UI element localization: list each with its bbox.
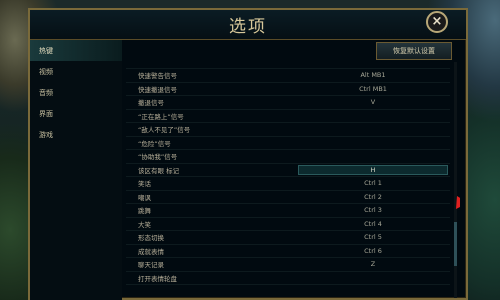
keybind-list: 快速警告信号 Alt MB1 快速撤退信号 Ctrl MB1 撤退信号 V “正…: [126, 62, 450, 285]
title-bar: 选项: [30, 10, 466, 40]
keybind-key[interactable]: V: [298, 98, 448, 106]
options-window: 选项 × 热键 视频 音频 界面 游戏 恢复默认设置 快速警告信号 Alt MB…: [28, 8, 468, 300]
table-row[interactable]: 快速警告信号 Alt MB1: [126, 69, 450, 83]
table-row[interactable]: 成就表情 Ctrl 6: [126, 245, 450, 258]
window-title: 选项: [229, 17, 267, 37]
keybind-key-selected[interactable]: H: [298, 164, 448, 175]
sidebar-item-label: 音频: [39, 88, 53, 97]
table-row[interactable]: 大笑 Ctrl 4: [126, 218, 450, 231]
keybind-key[interactable]: Ctrl 1: [298, 179, 448, 187]
keybind-label: 该区有眼 标记: [138, 166, 180, 175]
keybind-label: “敌人不见了”信号: [138, 126, 191, 135]
keybind-label: “危险”信号: [138, 139, 171, 148]
sidebar-item-interface[interactable]: 界面: [30, 103, 122, 124]
keybind-label: “协助我”信号: [138, 153, 178, 162]
reset-defaults-button[interactable]: 恢复默认设置: [376, 42, 452, 60]
sidebar-item-label: 视频: [39, 67, 53, 76]
keybind-label: 打开表情轮盘: [138, 274, 177, 283]
table-row[interactable]: 撤退信号 V: [126, 96, 450, 110]
table-row[interactable]: 跳舞 Ctrl 3: [126, 204, 450, 218]
keybind-label: 快速撤退信号: [138, 85, 177, 94]
keybind-label: 撤退信号: [138, 99, 164, 108]
keybind-key[interactable]: Alt MB1: [298, 71, 448, 79]
table-row-selected[interactable]: 该区有眼 标记 H: [126, 164, 450, 177]
table-row[interactable]: “协助我”信号: [126, 150, 450, 164]
sidebar-item-label: 游戏: [39, 130, 53, 139]
sidebar-item-audio[interactable]: 音频: [30, 82, 122, 103]
sidebar-item-label: 界面: [39, 109, 53, 118]
table-row[interactable]: 打开表情轮盘: [126, 272, 450, 285]
keybind-label: “正在路上”信号: [138, 112, 184, 121]
table-row[interactable]: 笑话 Ctrl 1: [126, 177, 450, 191]
keybind-label: 成就表情: [138, 247, 164, 256]
table-row[interactable]: 形态切换 Ctrl 5: [126, 231, 450, 245]
table-row[interactable]: “正在路上”信号: [126, 110, 450, 123]
scrollbar-thumb[interactable]: [454, 222, 457, 266]
keybind-label: 快速警告信号: [138, 72, 177, 81]
hotkey-settings: 恢复默认设置 快速警告信号 Alt MB1 快速撤退信号 Ctrl MB1 撤退…: [126, 40, 460, 300]
keybind-key[interactable]: Z: [298, 260, 448, 268]
keybind-label: 跳舞: [138, 207, 151, 216]
keybind-label: 形态切换: [138, 234, 164, 243]
sidebar-item-video[interactable]: 视频: [30, 61, 122, 82]
sidebar-item-label: 热键: [39, 46, 53, 55]
red-arrow-icon: [456, 196, 460, 209]
close-icon[interactable]: ×: [432, 14, 443, 29]
sidebar: 热键 视频 音频 界面 游戏: [30, 40, 122, 300]
keybind-key[interactable]: Ctrl 6: [298, 247, 448, 255]
table-row[interactable]: “敌人不见了”信号: [126, 123, 450, 137]
sidebar-item-game[interactable]: 游戏: [30, 124, 122, 145]
keybind-key[interactable]: Ctrl 5: [298, 233, 448, 241]
keybind-key[interactable]: Ctrl 4: [298, 220, 448, 228]
keybind-label: 笑话: [138, 180, 151, 189]
keybind-label: 大笑: [138, 220, 151, 229]
table-row[interactable]: 聊天记录 Z: [126, 258, 450, 272]
table-row[interactable]: 快速撤退信号 Ctrl MB1: [126, 83, 450, 96]
keybind-key[interactable]: Ctrl 3: [298, 206, 448, 214]
keybind-label: 嘲讽: [138, 193, 151, 202]
sidebar-item-hotkeys[interactable]: 热键: [30, 40, 122, 61]
table-row[interactable]: “危险”信号: [126, 137, 450, 150]
close-button[interactable]: ×: [426, 11, 448, 33]
table-row: [126, 62, 450, 69]
keybind-key[interactable]: Ctrl MB1: [298, 85, 448, 93]
keybind-label: 聊天记录: [138, 261, 164, 270]
table-row[interactable]: 嘲讽 Ctrl 2: [126, 191, 450, 204]
keybind-key[interactable]: Ctrl 2: [298, 193, 448, 201]
